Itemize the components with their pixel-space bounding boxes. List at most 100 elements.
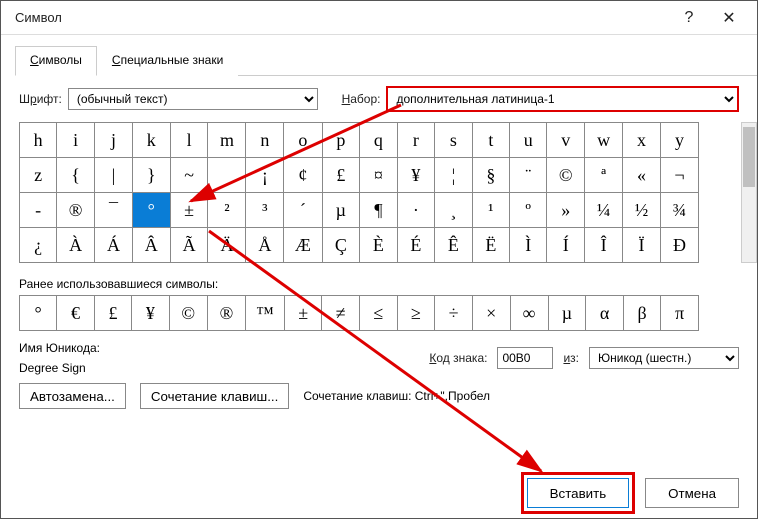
subset-select[interactable]: дополнительная латиница-1	[386, 86, 739, 112]
cancel-button[interactable]: Отмена	[645, 478, 739, 508]
symbol-cell[interactable]: ¸	[435, 193, 472, 228]
recent-symbol-cell[interactable]: ∞	[510, 296, 548, 331]
symbol-cell[interactable]: «	[623, 158, 661, 193]
symbol-cell[interactable]: »	[547, 193, 585, 228]
symbol-cell[interactable]: ¶	[360, 193, 397, 228]
recent-symbol-cell[interactable]: ≤	[360, 296, 398, 331]
symbol-cell[interactable]: ¦	[435, 158, 472, 193]
symbol-cell[interactable]: |	[95, 158, 133, 193]
recent-symbol-cell[interactable]: £	[94, 296, 131, 331]
recent-symbol-cell[interactable]: °	[20, 296, 57, 331]
symbol-cell[interactable]: ¾	[660, 193, 698, 228]
scrollbar-thumb[interactable]	[743, 127, 755, 187]
symbol-cell[interactable]: ¨	[510, 158, 547, 193]
symbol-cell[interactable]: ³	[246, 193, 284, 228]
symbol-cell[interactable]: y	[660, 123, 698, 158]
symbol-cell[interactable]: Ï	[623, 228, 661, 263]
from-select[interactable]: Юникод (шестн.)	[589, 347, 739, 369]
symbol-cell[interactable]: ¢	[284, 158, 322, 193]
tab-special-chars[interactable]: Специальные знаки	[97, 46, 238, 76]
symbol-cell[interactable]: Å	[246, 228, 284, 263]
symbol-cell[interactable]: ¹	[472, 193, 509, 228]
symbol-cell[interactable]: ¤	[360, 158, 397, 193]
help-button[interactable]: ?	[669, 9, 709, 27]
recent-symbol-cell[interactable]: ©	[169, 296, 207, 331]
recent-symbol-cell[interactable]: α	[586, 296, 624, 331]
recent-symbol-cell[interactable]: ×	[472, 296, 510, 331]
symbol-cell[interactable]: r	[397, 123, 434, 158]
symbol-cell[interactable]: j	[95, 123, 133, 158]
grid-scrollbar[interactable]	[741, 122, 757, 263]
symbol-cell[interactable]: ©	[547, 158, 585, 193]
symbol-cell[interactable]: ¯	[95, 193, 133, 228]
recent-symbol-cell[interactable]: ±	[284, 296, 322, 331]
recent-symbols-grid[interactable]: °€£¥©®™±≠≤≥÷×∞µαβπ	[19, 295, 699, 331]
symbol-cell[interactable]: z	[20, 158, 57, 193]
symbol-cell[interactable]: Á	[95, 228, 133, 263]
symbol-cell[interactable]: §	[472, 158, 509, 193]
symbol-cell[interactable]: Ç	[322, 228, 360, 263]
symbol-cell[interactable]: É	[397, 228, 434, 263]
symbol-cell[interactable]: È	[360, 228, 397, 263]
recent-symbol-cell[interactable]: ¥	[132, 296, 169, 331]
symbol-grid[interactable]: hijklmnopqrstuvwxyz{|}~¡¢£¤¥¦§¨©ª«¬-®¯°±…	[19, 122, 699, 263]
symbol-cell[interactable]: ²	[208, 193, 246, 228]
symbol-cell[interactable]: ¼	[585, 193, 623, 228]
recent-symbol-cell[interactable]: €	[57, 296, 94, 331]
symbol-cell[interactable]: ±	[170, 193, 208, 228]
charcode-input[interactable]	[497, 347, 553, 369]
close-button[interactable]: ✕	[709, 8, 749, 28]
symbol-cell[interactable]: h	[20, 123, 57, 158]
recent-symbol-cell[interactable]: β	[623, 296, 661, 331]
font-select[interactable]: (обычный текст)	[68, 88, 318, 110]
symbol-cell[interactable]: ~	[170, 158, 208, 193]
symbol-cell[interactable]: ¡	[246, 158, 284, 193]
autocorrect-button[interactable]: Автозамена...	[19, 383, 126, 409]
symbol-cell[interactable]: Í	[547, 228, 585, 263]
symbol-cell[interactable]: o	[284, 123, 322, 158]
recent-symbol-cell[interactable]: ®	[207, 296, 245, 331]
symbol-cell[interactable]: Ì	[510, 228, 547, 263]
symbol-cell[interactable]: i	[57, 123, 95, 158]
symbol-cell[interactable]: Î	[585, 228, 623, 263]
symbol-cell[interactable]: ¿	[20, 228, 57, 263]
symbol-cell[interactable]: s	[435, 123, 472, 158]
symbol-cell[interactable]: ·	[397, 193, 434, 228]
symbol-cell[interactable]: l	[170, 123, 208, 158]
symbol-cell[interactable]: Ã	[170, 228, 208, 263]
recent-symbol-cell[interactable]: ÷	[435, 296, 473, 331]
symbol-cell[interactable]: n	[246, 123, 284, 158]
symbol-cell[interactable]: ®	[57, 193, 95, 228]
recent-symbol-cell[interactable]: ≠	[322, 296, 360, 331]
symbol-cell[interactable]: ¥	[397, 158, 434, 193]
symbol-cell[interactable]: º	[510, 193, 547, 228]
symbol-cell[interactable]: °	[132, 193, 170, 228]
symbol-cell[interactable]: Ê	[435, 228, 472, 263]
symbol-cell[interactable]: Ë	[472, 228, 509, 263]
recent-symbol-cell[interactable]: π	[661, 296, 699, 331]
symbol-cell[interactable]: ´	[284, 193, 322, 228]
symbol-cell[interactable]: ¬	[660, 158, 698, 193]
shortcut-key-button[interactable]: Сочетание клавиш...	[140, 383, 289, 409]
symbol-cell[interactable]: x	[623, 123, 661, 158]
symbol-cell[interactable]: £	[322, 158, 360, 193]
symbol-cell[interactable]: u	[510, 123, 547, 158]
symbol-cell[interactable]: ª	[585, 158, 623, 193]
recent-symbol-cell[interactable]: ™	[246, 296, 285, 331]
symbol-cell[interactable]: q	[360, 123, 397, 158]
recent-symbol-cell[interactable]: ≥	[397, 296, 435, 331]
symbol-cell[interactable]: t	[472, 123, 509, 158]
symbol-cell[interactable]: Ð	[660, 228, 698, 263]
symbol-cell[interactable]: {	[57, 158, 95, 193]
symbol-cell[interactable]: Æ	[284, 228, 322, 263]
symbol-cell[interactable]: ½	[623, 193, 661, 228]
symbol-cell[interactable]: p	[322, 123, 360, 158]
symbol-cell[interactable]: -	[20, 193, 57, 228]
symbol-cell[interactable]: v	[547, 123, 585, 158]
symbol-cell[interactable]: w	[585, 123, 623, 158]
symbol-cell[interactable]: k	[132, 123, 170, 158]
symbol-cell[interactable]: À	[57, 228, 95, 263]
symbol-cell[interactable]: m	[208, 123, 246, 158]
tab-symbols[interactable]: Символы	[15, 46, 97, 76]
symbol-cell[interactable]: Â	[132, 228, 170, 263]
